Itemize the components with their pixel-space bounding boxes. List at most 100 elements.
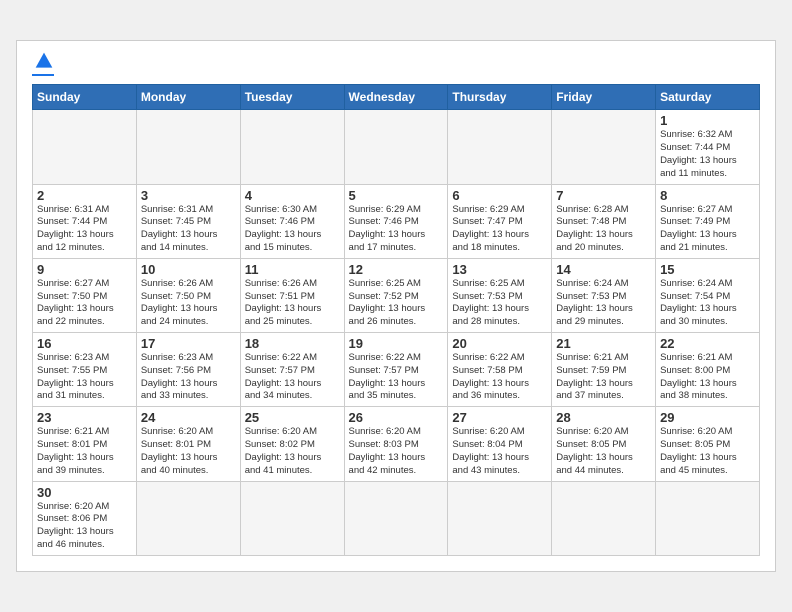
calendar-cell: 26Sunrise: 6:20 AM Sunset: 8:03 PM Dayli… [344, 407, 448, 481]
calendar-cell [240, 110, 344, 184]
day-info: Sunrise: 6:24 AM Sunset: 7:54 PM Dayligh… [660, 278, 755, 329]
day-info: Sunrise: 6:20 AM Sunset: 8:02 PM Dayligh… [245, 426, 340, 477]
logo [32, 51, 54, 76]
day-info: Sunrise: 6:23 AM Sunset: 7:56 PM Dayligh… [141, 352, 236, 403]
day-number: 29 [660, 410, 755, 425]
day-number: 9 [37, 262, 132, 277]
calendar-cell [552, 481, 656, 555]
day-number: 10 [141, 262, 236, 277]
calendar-cell [656, 481, 760, 555]
day-info: Sunrise: 6:25 AM Sunset: 7:53 PM Dayligh… [452, 278, 547, 329]
day-info: Sunrise: 6:29 AM Sunset: 7:46 PM Dayligh… [349, 204, 444, 255]
day-info: Sunrise: 6:23 AM Sunset: 7:55 PM Dayligh… [37, 352, 132, 403]
day-info: Sunrise: 6:20 AM Sunset: 8:05 PM Dayligh… [556, 426, 651, 477]
weekday-header-monday: Monday [136, 85, 240, 110]
calendar-cell: 8Sunrise: 6:27 AM Sunset: 7:49 PM Daylig… [656, 184, 760, 258]
day-number: 23 [37, 410, 132, 425]
day-number: 6 [452, 188, 547, 203]
calendar-cell: 2Sunrise: 6:31 AM Sunset: 7:44 PM Daylig… [33, 184, 137, 258]
logo-icon [34, 51, 54, 71]
day-number: 16 [37, 336, 132, 351]
calendar-cell: 23Sunrise: 6:21 AM Sunset: 8:01 PM Dayli… [33, 407, 137, 481]
day-info: Sunrise: 6:21 AM Sunset: 7:59 PM Dayligh… [556, 352, 651, 403]
weekday-header-friday: Friday [552, 85, 656, 110]
day-number: 21 [556, 336, 651, 351]
day-info: Sunrise: 6:26 AM Sunset: 7:50 PM Dayligh… [141, 278, 236, 329]
calendar-cell: 25Sunrise: 6:20 AM Sunset: 8:02 PM Dayli… [240, 407, 344, 481]
calendar-cell: 22Sunrise: 6:21 AM Sunset: 8:00 PM Dayli… [656, 333, 760, 407]
calendar-cell: 30Sunrise: 6:20 AM Sunset: 8:06 PM Dayli… [33, 481, 137, 555]
calendar-cell: 16Sunrise: 6:23 AM Sunset: 7:55 PM Dayli… [33, 333, 137, 407]
weekday-header-row: SundayMondayTuesdayWednesdayThursdayFrid… [33, 85, 760, 110]
calendar-cell: 11Sunrise: 6:26 AM Sunset: 7:51 PM Dayli… [240, 258, 344, 332]
calendar-container: SundayMondayTuesdayWednesdayThursdayFrid… [16, 40, 776, 572]
day-info: Sunrise: 6:22 AM Sunset: 7:57 PM Dayligh… [245, 352, 340, 403]
day-info: Sunrise: 6:21 AM Sunset: 8:00 PM Dayligh… [660, 352, 755, 403]
day-info: Sunrise: 6:27 AM Sunset: 7:50 PM Dayligh… [37, 278, 132, 329]
day-number: 18 [245, 336, 340, 351]
day-number: 25 [245, 410, 340, 425]
day-info: Sunrise: 6:20 AM Sunset: 8:06 PM Dayligh… [37, 501, 132, 552]
day-info: Sunrise: 6:27 AM Sunset: 7:49 PM Dayligh… [660, 204, 755, 255]
calendar-cell: 13Sunrise: 6:25 AM Sunset: 7:53 PM Dayli… [448, 258, 552, 332]
calendar-cell: 1Sunrise: 6:32 AM Sunset: 7:44 PM Daylig… [656, 110, 760, 184]
calendar-cell: 14Sunrise: 6:24 AM Sunset: 7:53 PM Dayli… [552, 258, 656, 332]
calendar-cell: 28Sunrise: 6:20 AM Sunset: 8:05 PM Dayli… [552, 407, 656, 481]
calendar-cell [33, 110, 137, 184]
calendar-cell: 3Sunrise: 6:31 AM Sunset: 7:45 PM Daylig… [136, 184, 240, 258]
day-info: Sunrise: 6:28 AM Sunset: 7:48 PM Dayligh… [556, 204, 651, 255]
day-number: 28 [556, 410, 651, 425]
day-number: 22 [660, 336, 755, 351]
calendar-cell: 27Sunrise: 6:20 AM Sunset: 8:04 PM Dayli… [448, 407, 552, 481]
day-info: Sunrise: 6:24 AM Sunset: 7:53 PM Dayligh… [556, 278, 651, 329]
day-number: 11 [245, 262, 340, 277]
day-number: 20 [452, 336, 547, 351]
calendar-cell [552, 110, 656, 184]
day-info: Sunrise: 6:29 AM Sunset: 7:47 PM Dayligh… [452, 204, 547, 255]
day-number: 7 [556, 188, 651, 203]
day-number: 27 [452, 410, 547, 425]
day-info: Sunrise: 6:32 AM Sunset: 7:44 PM Dayligh… [660, 129, 755, 180]
calendar-cell: 12Sunrise: 6:25 AM Sunset: 7:52 PM Dayli… [344, 258, 448, 332]
weekday-header-saturday: Saturday [656, 85, 760, 110]
logo-underline [32, 74, 54, 76]
day-number: 26 [349, 410, 444, 425]
day-info: Sunrise: 6:30 AM Sunset: 7:46 PM Dayligh… [245, 204, 340, 255]
day-number: 2 [37, 188, 132, 203]
day-number: 17 [141, 336, 236, 351]
calendar-cell: 5Sunrise: 6:29 AM Sunset: 7:46 PM Daylig… [344, 184, 448, 258]
day-info: Sunrise: 6:20 AM Sunset: 8:01 PM Dayligh… [141, 426, 236, 477]
calendar-cell [344, 481, 448, 555]
weekday-header-thursday: Thursday [448, 85, 552, 110]
calendar-cell: 10Sunrise: 6:26 AM Sunset: 7:50 PM Dayli… [136, 258, 240, 332]
weekday-header-wednesday: Wednesday [344, 85, 448, 110]
calendar-cell [344, 110, 448, 184]
calendar-cell: 24Sunrise: 6:20 AM Sunset: 8:01 PM Dayli… [136, 407, 240, 481]
day-info: Sunrise: 6:22 AM Sunset: 7:57 PM Dayligh… [349, 352, 444, 403]
day-info: Sunrise: 6:31 AM Sunset: 7:44 PM Dayligh… [37, 204, 132, 255]
calendar-cell: 6Sunrise: 6:29 AM Sunset: 7:47 PM Daylig… [448, 184, 552, 258]
calendar-cell [240, 481, 344, 555]
calendar-cell: 21Sunrise: 6:21 AM Sunset: 7:59 PM Dayli… [552, 333, 656, 407]
day-info: Sunrise: 6:31 AM Sunset: 7:45 PM Dayligh… [141, 204, 236, 255]
calendar-cell: 18Sunrise: 6:22 AM Sunset: 7:57 PM Dayli… [240, 333, 344, 407]
calendar-header [32, 51, 760, 76]
day-info: Sunrise: 6:25 AM Sunset: 7:52 PM Dayligh… [349, 278, 444, 329]
weekday-header-tuesday: Tuesday [240, 85, 344, 110]
day-number: 24 [141, 410, 236, 425]
calendar-cell: 17Sunrise: 6:23 AM Sunset: 7:56 PM Dayli… [136, 333, 240, 407]
day-number: 5 [349, 188, 444, 203]
day-number: 12 [349, 262, 444, 277]
day-info: Sunrise: 6:21 AM Sunset: 8:01 PM Dayligh… [37, 426, 132, 477]
weekday-header-sunday: Sunday [33, 85, 137, 110]
day-info: Sunrise: 6:22 AM Sunset: 7:58 PM Dayligh… [452, 352, 547, 403]
calendar-cell: 15Sunrise: 6:24 AM Sunset: 7:54 PM Dayli… [656, 258, 760, 332]
calendar-cell: 29Sunrise: 6:20 AM Sunset: 8:05 PM Dayli… [656, 407, 760, 481]
calendar-cell: 7Sunrise: 6:28 AM Sunset: 7:48 PM Daylig… [552, 184, 656, 258]
calendar-cell [448, 481, 552, 555]
day-number: 1 [660, 113, 755, 128]
day-number: 15 [660, 262, 755, 277]
calendar-cell: 20Sunrise: 6:22 AM Sunset: 7:58 PM Dayli… [448, 333, 552, 407]
calendar-cell [136, 481, 240, 555]
day-number: 13 [452, 262, 547, 277]
